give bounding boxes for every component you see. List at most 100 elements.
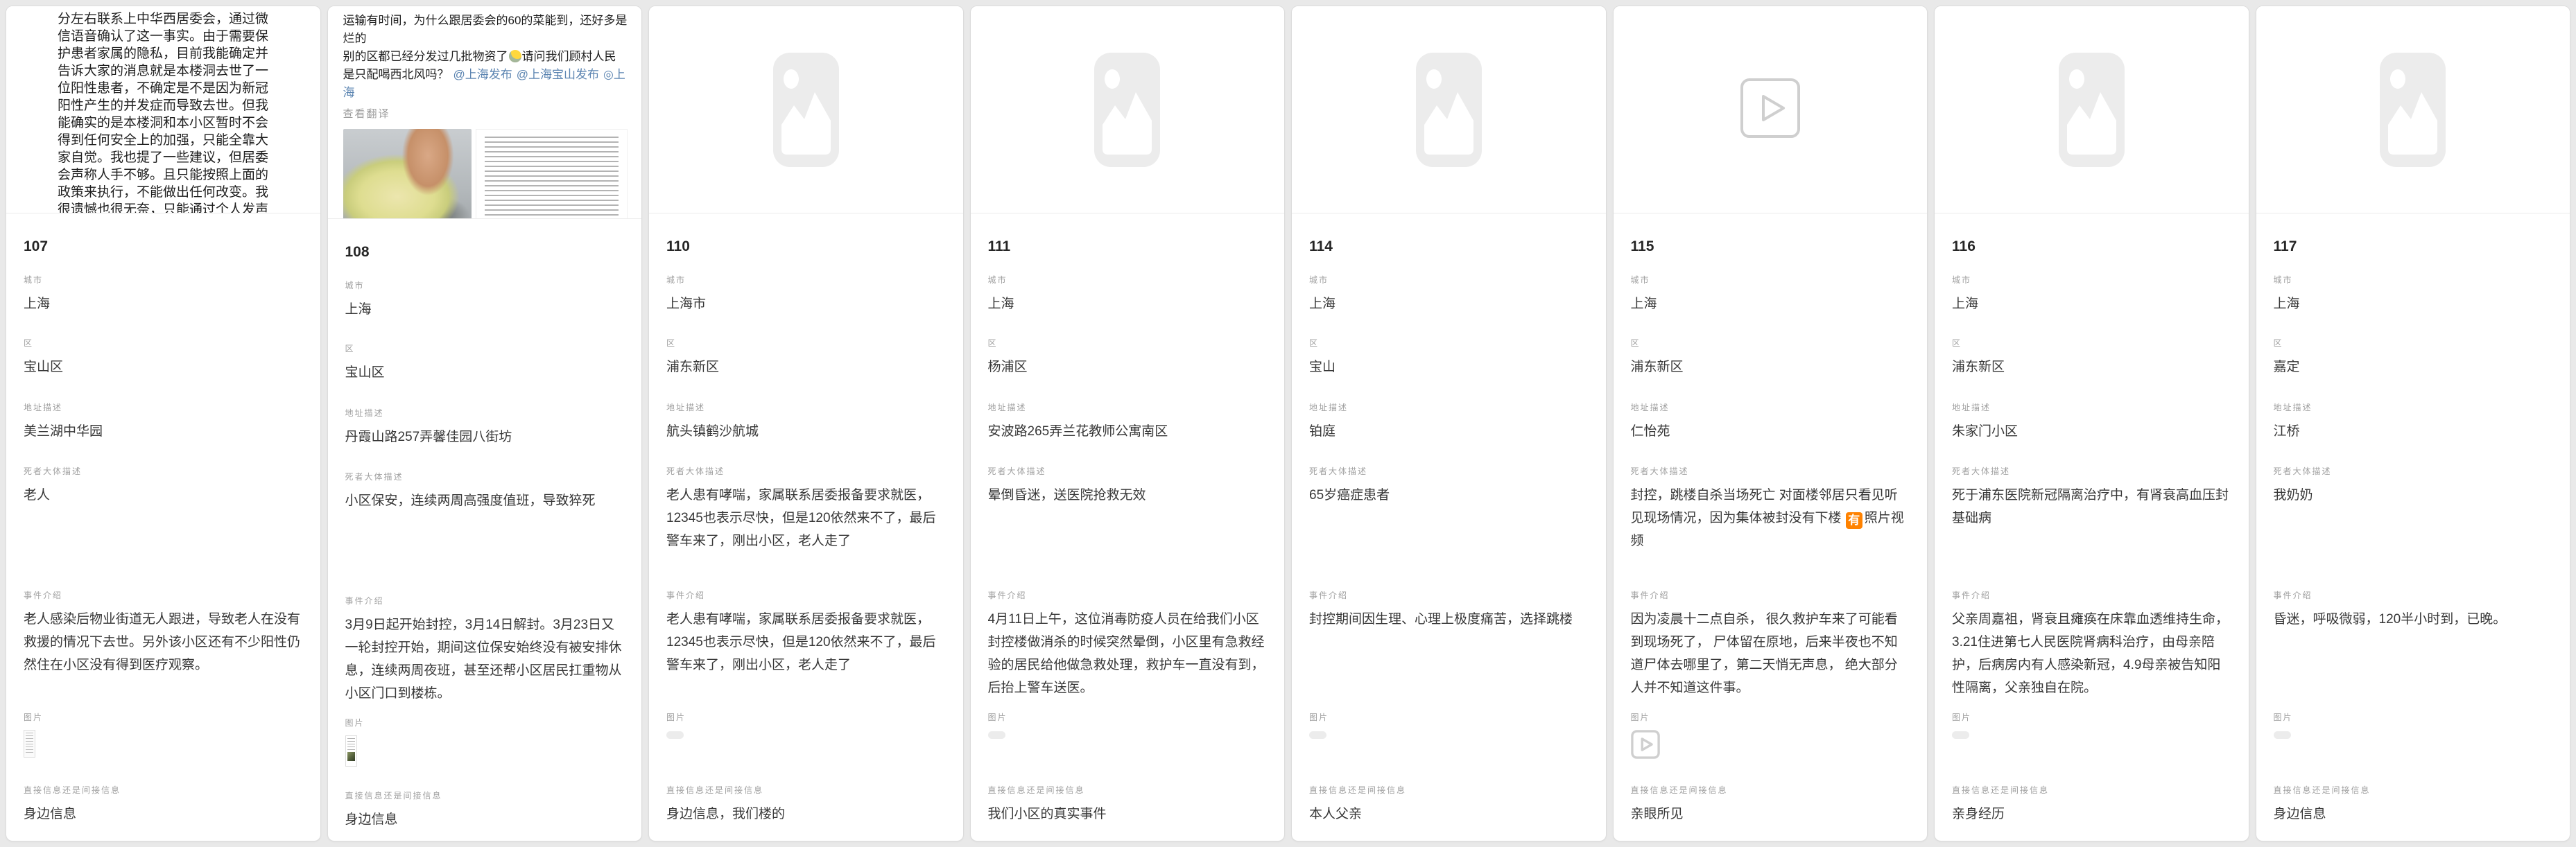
card-media-image-placeholder[interactable] bbox=[1292, 6, 1606, 213]
field-label-deceased: 死者大体描述 bbox=[666, 466, 946, 477]
field-value-district: 嘉定 bbox=[2274, 356, 2554, 378]
record-card-114[interactable]: 114 城市 上海 区 宝山 地址描述 铂庭 死者大体描述 65岁癌症患者 事件… bbox=[1291, 6, 1607, 841]
field-event: 事件介绍 4月11日上午，这位消毒防疫人员在给我们小区封控楼做消杀的时候突然晕倒… bbox=[988, 590, 1268, 712]
field-value-city: 上海 bbox=[1631, 292, 1911, 315]
record-card-110[interactable]: 110 城市 上海市 区 浦东新区 地址描述 航头镇鹤沙航城 死者大体描述 老人… bbox=[648, 6, 964, 841]
media-text: 分左右联系上中华西居委会，通过微信语音确认了这一事实。由于需要保护患者家属的隐私… bbox=[6, 6, 320, 213]
field-value-direct: 亲身经历 bbox=[1952, 803, 2232, 826]
empty-image-pill bbox=[1952, 731, 1969, 739]
cabbage-photo[interactable] bbox=[343, 129, 472, 219]
field-label-direct: 直接信息还是间接信息 bbox=[2274, 785, 2554, 796]
post-photos bbox=[343, 129, 628, 219]
empty-image-pill bbox=[666, 731, 684, 739]
field-label-district: 区 bbox=[345, 343, 625, 354]
field-image: 图片 bbox=[988, 712, 1268, 785]
record-card-117[interactable]: 117 城市 上海 区 嘉定 地址描述 江桥 死者大体描述 我奶奶 事件介绍 昏… bbox=[2256, 6, 2571, 841]
field-direct: 直接信息还是间接信息 身边信息 bbox=[24, 785, 304, 826]
field-label-deceased: 死者大体描述 bbox=[2274, 466, 2554, 477]
field-value-direct: 身边信息 bbox=[2274, 803, 2554, 826]
field-deceased: 死者大体描述 小区保安，连续两周高强度值班，导致猝死 bbox=[345, 471, 625, 595]
field-label-address: 地址描述 bbox=[1631, 402, 1911, 413]
field-value-city: 上海 bbox=[2274, 292, 2554, 315]
field-district: 区 浦东新区 bbox=[1952, 338, 2232, 402]
record-card-107[interactable]: 分左右联系上中华西居委会，通过微信语音确认了这一事实。由于需要保护患者家属的隐私… bbox=[6, 6, 321, 841]
field-label-image: 图片 bbox=[1952, 712, 2232, 723]
record-card-111[interactable]: 111 城市 上海 区 杨浦区 地址描述 安波路265弄兰花教师公寓南区 死者大… bbox=[970, 6, 1286, 841]
field-label-district: 区 bbox=[1309, 338, 1589, 349]
image-placeholder-icon bbox=[1094, 53, 1160, 167]
video-thumbnail[interactable] bbox=[1631, 730, 1911, 762]
field-label-district: 区 bbox=[988, 338, 1268, 349]
article-screenshot[interactable] bbox=[476, 129, 628, 219]
field-deceased: 死者大体描述 我奶奶 bbox=[2274, 466, 2554, 590]
field-label-deceased: 死者大体描述 bbox=[1952, 466, 2232, 477]
card-content: 117 城市 上海 区 嘉定 地址描述 江桥 死者大体描述 我奶奶 事件介绍 昏… bbox=[2256, 213, 2570, 841]
card-content: 108 城市 上海 区 宝山区 地址描述 丹霞山路257弄馨佳园八街坊 死者大体… bbox=[328, 219, 642, 841]
card-media-image-placeholder[interactable] bbox=[971, 6, 1285, 213]
record-card-115[interactable]: 115 城市 上海 区 浦东新区 地址描述 仁怡苑 死者大体描述 封控，跳楼自杀… bbox=[1613, 6, 1928, 841]
mention-link-baoshan-fabu[interactable]: @上海宝山发布 bbox=[517, 68, 599, 81]
field-address: 地址描述 美兰湖中华园 bbox=[24, 402, 304, 466]
field-label-direct: 直接信息还是间接信息 bbox=[1952, 785, 2232, 796]
field-label-city: 城市 bbox=[2274, 274, 2554, 286]
field-district: 区 宝山区 bbox=[24, 338, 304, 402]
card-media-weibo-post[interactable]: 运输有时间，为什么跟居委会的60的菜能到，还好多是烂的 别的区都已经分发过几批物… bbox=[328, 6, 642, 219]
field-value-event: 父亲周嘉祖，肾衰且瘫痪在床靠血透维持生命，3.21住进第七人民医院肾病科治疗，由… bbox=[1952, 608, 2232, 699]
record-card-116[interactable]: 116 城市 上海 区 浦东新区 地址描述 朱家门小区 死者大体描述 死于浦东医… bbox=[1934, 6, 2249, 841]
field-district: 区 浦东新区 bbox=[1631, 338, 1911, 402]
field-value-city: 上海市 bbox=[666, 292, 946, 315]
record-id: 111 bbox=[988, 237, 1268, 256]
mention-link-shanghai-fabu[interactable]: @上海发布 bbox=[453, 68, 512, 81]
field-value-address: 铂庭 bbox=[1309, 420, 1589, 443]
field-direct: 直接信息还是间接信息 亲身经历 bbox=[1952, 785, 2232, 826]
field-value-deceased: 封控，跳楼自杀当场死亡 对面楼邻居只看见听见现场情况，因为集体被封没有下楼 有照… bbox=[1631, 484, 1911, 552]
field-value-city: 上海 bbox=[988, 292, 1268, 315]
video-play-icon bbox=[1740, 78, 1801, 142]
thumbnail-lines bbox=[347, 738, 355, 750]
field-label-city: 城市 bbox=[24, 274, 304, 286]
field-image: 图片 bbox=[345, 717, 625, 790]
empty-image-pill bbox=[988, 731, 1005, 739]
news-screenshot-thumbnail[interactable] bbox=[345, 735, 357, 767]
card-media-video-placeholder[interactable] bbox=[1614, 6, 1928, 213]
card-content: 114 城市 上海 区 宝山 地址描述 铂庭 死者大体描述 65岁癌症患者 事件… bbox=[1292, 213, 1606, 841]
image-placeholder-icon bbox=[773, 53, 839, 167]
record-id: 110 bbox=[666, 237, 946, 256]
card-media-text-screenshot[interactable]: 分左右联系上中华西居委会，通过微信语音确认了这一事实。由于需要保护患者家属的隐私… bbox=[6, 6, 320, 213]
view-translation-link[interactable]: 查看翻译 bbox=[343, 106, 628, 121]
field-deceased: 死者大体描述 老人 bbox=[24, 466, 304, 590]
field-city: 城市 上海 bbox=[2274, 274, 2554, 338]
field-image: 图片 bbox=[24, 712, 304, 785]
field-district: 区 浦东新区 bbox=[666, 338, 946, 402]
field-value-direct: 身边信息，我们楼的 bbox=[666, 803, 946, 826]
thumbnail-photo bbox=[347, 752, 355, 761]
record-id: 116 bbox=[1952, 237, 2232, 256]
field-value-event: 昏迷，呼吸微弱，120半小时到，已晚。 bbox=[2274, 608, 2554, 631]
field-address: 地址描述 江桥 bbox=[2274, 402, 2554, 466]
field-label-address: 地址描述 bbox=[666, 402, 946, 413]
field-value-district: 浦东新区 bbox=[1952, 356, 2232, 378]
field-event: 事件介绍 父亲周嘉祖，肾衰且瘫痪在床靠血透维持生命，3.21住进第七人民医院肾病… bbox=[1952, 590, 2232, 712]
field-address: 地址描述 航头镇鹤沙航城 bbox=[666, 402, 946, 466]
field-label-city: 城市 bbox=[1952, 274, 2232, 286]
field-city: 城市 上海 bbox=[345, 280, 625, 343]
field-label-address: 地址描述 bbox=[345, 408, 625, 419]
record-card-108[interactable]: 运输有时间，为什么跟居委会的60的菜能到，还好多是烂的 别的区都已经分发过几批物… bbox=[327, 6, 643, 841]
field-label-district: 区 bbox=[1631, 338, 1911, 349]
card-content: 115 城市 上海 区 浦东新区 地址描述 仁怡苑 死者大体描述 封控，跳楼自杀… bbox=[1614, 213, 1928, 841]
thumbnail-lines bbox=[26, 733, 33, 754]
field-event: 事件介绍 因为凌晨十二点自杀， 很久救护车来了可能看到现场死了， 尸体留在原地，… bbox=[1631, 590, 1911, 712]
field-value-event: 老人感染后物业街道无人跟进，导致老人在没有救援的情况下去世。另外该小区还有不少阳… bbox=[24, 608, 304, 676]
field-label-city: 城市 bbox=[1309, 274, 1589, 286]
field-label-district: 区 bbox=[666, 338, 946, 349]
field-direct: 直接信息还是间接信息 身边信息 bbox=[2274, 785, 2554, 826]
field-label-district: 区 bbox=[1952, 338, 2232, 349]
image-placeholder-icon bbox=[2059, 53, 2125, 167]
field-label-deceased: 死者大体描述 bbox=[24, 466, 304, 477]
screenshot-thumbnail[interactable] bbox=[24, 730, 35, 758]
card-media-image-placeholder[interactable] bbox=[1935, 6, 2249, 213]
card-media-image-placeholder[interactable] bbox=[2256, 6, 2570, 213]
you-media-badge: 有 bbox=[1846, 512, 1862, 529]
card-media-image-placeholder[interactable] bbox=[649, 6, 963, 213]
field-label-deceased: 死者大体描述 bbox=[1309, 466, 1589, 477]
